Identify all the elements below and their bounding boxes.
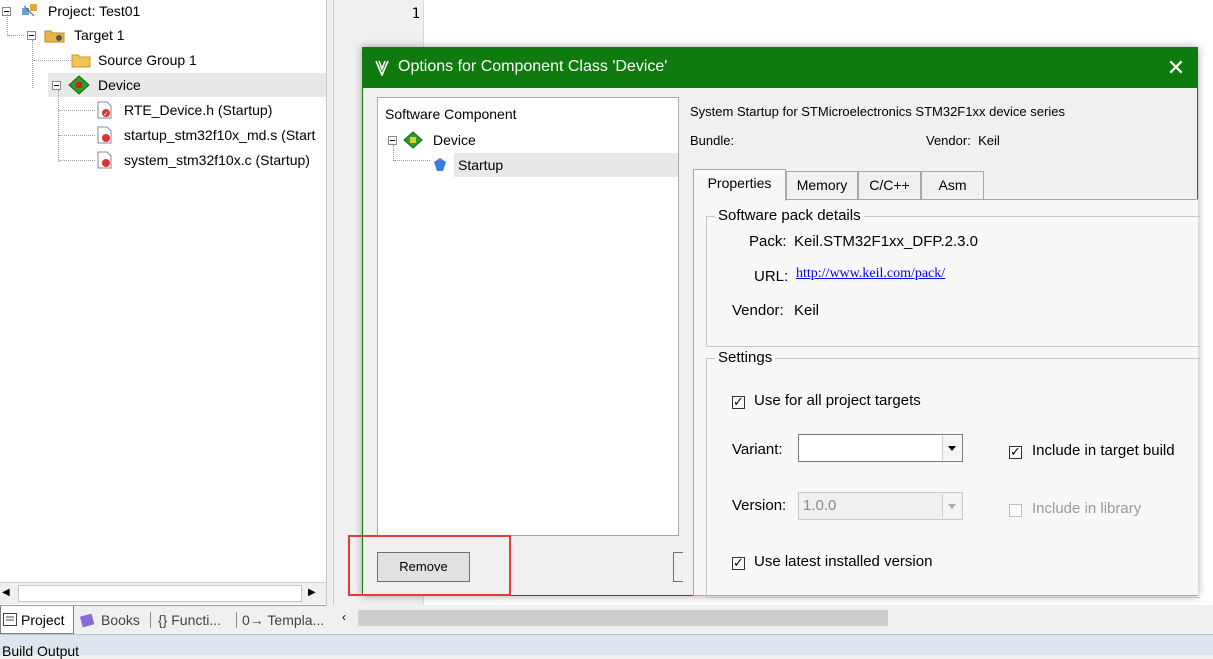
component-item-startup[interactable]: Startup <box>434 153 678 177</box>
file-icon: ✓ <box>97 101 112 119</box>
file-label: system_stm32f10x.c (Startup) <box>124 152 310 168</box>
scroll-thumb[interactable] <box>358 610 888 626</box>
file-icon <box>97 151 112 169</box>
use-latest-checkbox[interactable] <box>732 555 745 571</box>
dialog-title: Options for Component Class 'Device' <box>398 58 668 75</box>
target-label: Target 1 <box>74 27 125 43</box>
collapse-icon[interactable] <box>52 81 61 90</box>
scroll-left-arrow-icon[interactable]: ‹ <box>342 610 346 624</box>
splitter-handle[interactable] <box>673 552 683 582</box>
component-item-device[interactable]: Device <box>378 128 678 152</box>
tree-item-target[interactable]: Target 1 <box>0 23 326 47</box>
software-component-tree[interactable]: Software Component Device Startup <box>377 97 679 536</box>
tab-books[interactable]: Books <box>77 606 147 634</box>
vendor-value: Keil <box>978 133 1000 148</box>
options-dialog: Options for Component Class 'Device' ✕ S… <box>362 47 1200 598</box>
component-description: System Startup for STMicroelectronics ST… <box>690 104 1065 119</box>
folder-icon <box>71 54 91 68</box>
svg-text:✓: ✓ <box>103 111 109 118</box>
source-group-label: Source Group 1 <box>98 52 197 68</box>
keil-icon <box>375 60 389 76</box>
target-folder-icon <box>44 30 65 43</box>
project-label: Project: Test01 <box>48 3 141 19</box>
tab-templates[interactable]: 0→ Templa... <box>240 606 326 634</box>
tree-item-file[interactable]: startup_stm32f10x_md.s (Start <box>94 123 326 147</box>
file-label: RTE_Device.h (Startup) <box>124 102 273 118</box>
build-output-bar <box>0 634 1213 655</box>
close-icon[interactable]: ✕ <box>1163 55 1189 81</box>
tab-properties[interactable]: Properties <box>693 169 786 201</box>
include-target-build-label: Include in target build <box>1032 442 1175 459</box>
collapse-icon[interactable] <box>388 136 397 145</box>
build-output-label: Build Output <box>2 643 80 659</box>
tree-item-project[interactable]: Project: Test01 <box>0 0 326 23</box>
tree-item-source-group[interactable]: Source Group 1 <box>0 48 326 72</box>
group-title: Software pack details <box>715 207 864 225</box>
project-tab-icon <box>3 613 17 626</box>
scroll-right-arrow-icon[interactable]: ▶ <box>308 587 316 598</box>
pack-label: Pack: <box>749 233 787 250</box>
use-all-targets-checkbox[interactable] <box>732 394 745 410</box>
tab-asm[interactable]: Asm <box>921 171 984 199</box>
project-hscrollbar[interactable]: ◀ ▶ <box>0 582 326 604</box>
project-bottom-tabs: Project Books {} Functi... 0→ Templa... <box>0 605 326 634</box>
chevron-down-icon[interactable] <box>942 436 961 460</box>
group-title: Settings <box>715 349 776 367</box>
chevron-down-icon[interactable] <box>942 494 961 518</box>
url-link[interactable]: http://www.keil.com/pack/ <box>796 266 945 282</box>
vendor-label: Vendor: Keil <box>926 133 1000 148</box>
include-target-build-checkbox[interactable] <box>1009 444 1022 460</box>
tab-project[interactable]: Project <box>0 606 74 634</box>
collapse-icon[interactable] <box>27 31 36 40</box>
vendor-value: Keil <box>794 302 820 319</box>
use-latest-label: Use latest installed version <box>754 553 933 570</box>
version-label: Version: <box>732 497 787 514</box>
tree-header: Software Component <box>385 106 517 122</box>
startup-icon <box>434 158 446 171</box>
tree-item-file[interactable]: system_stm32f10x.c (Startup) <box>94 148 326 172</box>
url-label: URL: <box>754 268 789 285</box>
use-all-targets-label: Use for all project targets <box>754 392 921 409</box>
tab-functions[interactable]: {} Functi... <box>156 606 234 634</box>
panel-splitter[interactable] <box>326 0 334 605</box>
scroll-left-arrow-icon[interactable]: ◀ <box>2 587 10 598</box>
project-icon <box>22 4 37 17</box>
editor-hscrollbar[interactable]: ‹ <box>334 606 1213 630</box>
file-icon <box>97 126 112 144</box>
pack-value: Keil.STM32F1xx_DFP.2.3.0 <box>794 233 978 250</box>
variant-select[interactable] <box>798 434 963 462</box>
device-icon <box>68 75 90 95</box>
project-panel: Project: Test01 Target 1 Source Group 1 … <box>0 0 326 605</box>
vendor-label: Vendor: <box>732 302 784 319</box>
tree-item-device[interactable]: Device <box>48 73 326 97</box>
include-library-label: Include in library <box>1032 500 1142 517</box>
tree-item-file[interactable]: ✓ RTE_Device.h (Startup) <box>94 98 326 122</box>
dialog-title-bar[interactable]: Options for Component Class 'Device' ✕ <box>363 48 1197 88</box>
books-icon <box>79 613 95 628</box>
highlight-annotation <box>348 535 511 596</box>
scroll-thumb[interactable] <box>18 585 302 602</box>
tab-c-cpp[interactable]: C/C++ <box>858 171 921 199</box>
device-icon <box>403 131 423 149</box>
tab-memory[interactable]: Memory <box>786 171 858 199</box>
variant-label: Variant: <box>732 441 783 458</box>
version-select[interactable]: 1.0.0 <box>798 492 963 520</box>
include-library-checkbox[interactable] <box>1009 504 1022 517</box>
file-label: startup_stm32f10x_md.s (Start <box>124 127 316 143</box>
properties-pane: Software pack details Pack: Keil.STM32F1… <box>693 199 1200 598</box>
line-number: 1 <box>411 6 420 22</box>
bundle-label: Bundle: <box>690 133 735 148</box>
device-label: Device <box>98 77 141 93</box>
